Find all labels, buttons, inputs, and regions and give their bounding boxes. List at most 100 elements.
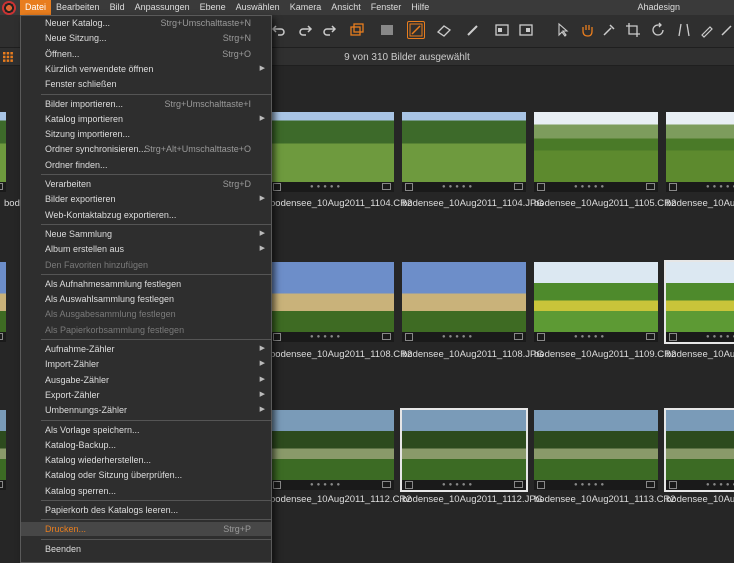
straighten-icon[interactable]	[675, 21, 693, 39]
select-checkbox[interactable]	[405, 183, 413, 191]
thumbnail-image[interactable]	[0, 410, 6, 480]
menu-item-als-aufnahmesammlung-festlegen[interactable]: Als Aufnahmesammlung festlegen	[21, 277, 271, 291]
menu-item-import-zähler[interactable]: Import-Zähler ▶	[21, 357, 271, 371]
menu-bearbeiten[interactable]: Bearbeiten	[51, 0, 105, 15]
menu-datei[interactable]: Datei	[20, 0, 52, 15]
stack-icon[interactable]	[348, 21, 366, 39]
menu-kamera[interactable]: Kamera	[285, 0, 327, 15]
select-checkbox[interactable]	[405, 333, 413, 341]
menu-item-katalog-wiederherstellen[interactable]: Katalog wiederherstellen...	[21, 453, 271, 467]
picker-icon[interactable]	[600, 21, 618, 39]
undo-icon[interactable]	[270, 21, 288, 39]
thumbnail-cell[interactable]: ●●●●●	[270, 262, 394, 342]
thumbnail-image[interactable]	[534, 262, 658, 332]
menu-item-verarbeiten[interactable]: Verarbeiten Strg+D	[21, 177, 271, 191]
menu-hilfe[interactable]: Hilfe	[406, 0, 434, 15]
thumbnail-image[interactable]	[666, 112, 734, 182]
thumbnail-image[interactable]	[270, 112, 394, 182]
rating-stars-icon[interactable]: ●●●●●	[442, 482, 475, 488]
menu-item-aufnahme-zähler[interactable]: Aufnahme-Zähler ▶	[21, 342, 271, 356]
menu-item-ordner-finden[interactable]: Ordner finden...	[21, 158, 271, 172]
thumbnail-image[interactable]	[402, 410, 526, 480]
thumbnail-image[interactable]	[534, 410, 658, 480]
menu-item-album-erstellen-aus[interactable]: Album erstellen aus ▶	[21, 242, 271, 256]
menu-item-web-kontaktabzug-exportieren[interactable]: Web-Kontaktabzug exportieren...	[21, 208, 271, 222]
menu-item-drucken[interactable]: Drucken... Strg+P	[21, 522, 271, 537]
thumbnail-image[interactable]	[402, 262, 526, 332]
menu-item-bilder-exportieren[interactable]: Bilder exportieren ▶	[21, 192, 271, 206]
thumbnail-image[interactable]	[270, 262, 394, 332]
menu-item-neuer-katalog[interactable]: Neuer Katalog... Strg+Umschalttaste+N	[21, 16, 271, 30]
crop-icon[interactable]	[624, 21, 642, 39]
menu-item-sitzung-importieren[interactable]: Sitzung importieren...	[21, 127, 271, 141]
thumbnail-cell[interactable]: ●●●●●	[402, 262, 526, 342]
rating-stars-icon[interactable]: ●●●●●	[706, 184, 734, 190]
select-checkbox[interactable]	[273, 183, 281, 191]
thumbnail-cell[interactable]: ●●●●●	[402, 112, 526, 192]
menu-anpassungen[interactable]: Anpassungen	[130, 0, 195, 15]
menu-item-katalog-importieren[interactable]: Katalog importieren ▶	[21, 112, 271, 126]
single-view-icon[interactable]	[378, 21, 396, 39]
select-checkbox[interactable]	[537, 481, 545, 489]
select-checkbox[interactable]	[405, 481, 413, 489]
thumbnail-cell[interactable]: ●●●●●	[534, 410, 658, 490]
rating-stars-icon[interactable]: ●●●●●	[574, 334, 607, 340]
select-checkbox[interactable]	[537, 333, 545, 341]
rating-stars-icon[interactable]: ●●●●●	[310, 334, 343, 340]
wand-icon[interactable]	[718, 21, 734, 39]
workspace-name[interactable]: Ahadesign	[637, 0, 680, 15]
menu-item-fenster-schließen[interactable]: Fenster schließen	[21, 77, 271, 91]
before-icon[interactable]	[493, 21, 511, 39]
select-checkbox[interactable]	[669, 333, 677, 341]
pen-icon[interactable]	[698, 21, 716, 39]
rating-stars-icon[interactable]: ●●●●●	[574, 184, 607, 190]
select-checkbox[interactable]	[273, 333, 281, 341]
thumbnail-image[interactable]	[0, 262, 6, 332]
menu-item-öffnen[interactable]: Öffnen... Strg+O	[21, 47, 271, 61]
menu-bild[interactable]: Bild	[105, 0, 130, 15]
menu-item-katalog-oder-sitzung-überprüfen[interactable]: Katalog oder Sitzung überprüfen...	[21, 468, 271, 482]
menu-item-umbennungs-zähler[interactable]: Umbennungs-Zähler ▶	[21, 403, 271, 417]
after-icon[interactable]	[517, 21, 535, 39]
rating-stars-icon[interactable]: ●●●●●	[442, 334, 475, 340]
menu-item-als-auswahlsammlung-festlegen[interactable]: Als Auswahlsammlung festlegen	[21, 292, 271, 306]
menu-item-neue-sitzung[interactable]: Neue Sitzung... Strg+N	[21, 31, 271, 45]
thumbnail-cell[interactable]: ●●●●●	[0, 410, 6, 490]
menu-item-katalog-backup[interactable]: Katalog-Backup...	[21, 438, 271, 452]
select-checkbox[interactable]	[537, 183, 545, 191]
thumbnail-image[interactable]	[402, 112, 526, 182]
thumbnail-image[interactable]	[0, 112, 6, 182]
menu-item-beenden[interactable]: Beenden	[21, 542, 271, 556]
menu-ansicht[interactable]: Ansicht	[326, 0, 366, 15]
thumbnail-cell[interactable]: ●●●●●	[400, 408, 528, 492]
thumbnail-cell[interactable]: ●●●●●	[534, 112, 658, 192]
menu-item-katalog-sperren[interactable]: Katalog sperren...	[21, 484, 271, 498]
thumbnail-cell[interactable]: ●●●●●	[534, 262, 658, 342]
thumbnail-cell[interactable]: ●●●●●	[270, 112, 394, 192]
select-checkbox[interactable]	[669, 481, 677, 489]
thumbnail-cell[interactable]: ●●●●●	[0, 112, 6, 192]
menu-item-ausgabe-zähler[interactable]: Ausgabe-Zähler ▶	[21, 373, 271, 387]
rating-stars-icon[interactable]: ●●●●●	[574, 482, 607, 488]
redo-icon[interactable]	[296, 21, 314, 39]
rating-stars-icon[interactable]: ●●●●●	[310, 184, 343, 190]
select-checkbox[interactable]	[669, 183, 677, 191]
menu-fenster[interactable]: Fenster	[366, 0, 407, 15]
edit-mode-icon[interactable]	[407, 21, 425, 39]
thumbnail-cell[interactable]: ●●●●●	[0, 262, 6, 342]
brush-icon[interactable]	[464, 21, 482, 39]
redo-all-icon[interactable]	[320, 21, 338, 39]
menu-ebene[interactable]: Ebene	[195, 0, 231, 15]
menu-item-papierkorb-des-katalogs-leeren[interactable]: Papierkorb des Katalogs leeren...	[21, 503, 271, 517]
select-icon[interactable]	[554, 21, 572, 39]
thumbnail-image[interactable]	[666, 262, 734, 332]
select-checkbox[interactable]	[273, 481, 281, 489]
menu-auswählen[interactable]: Auswählen	[231, 0, 285, 15]
menu-item-als-vorlage-speichern[interactable]: Als Vorlage speichern...	[21, 423, 271, 437]
pan-icon[interactable]	[578, 21, 596, 39]
thumbnail-image[interactable]	[666, 410, 734, 480]
menu-item-export-zähler[interactable]: Export-Zähler ▶	[21, 388, 271, 402]
menu-item-kürzlich-verwendete-öffnen[interactable]: Kürzlich verwendete öffnen ▶	[21, 62, 271, 76]
rating-stars-icon[interactable]: ●●●●●	[706, 334, 734, 340]
menu-item-bilder-importieren[interactable]: Bilder importieren... Strg+Umschalttaste+…	[21, 97, 271, 111]
